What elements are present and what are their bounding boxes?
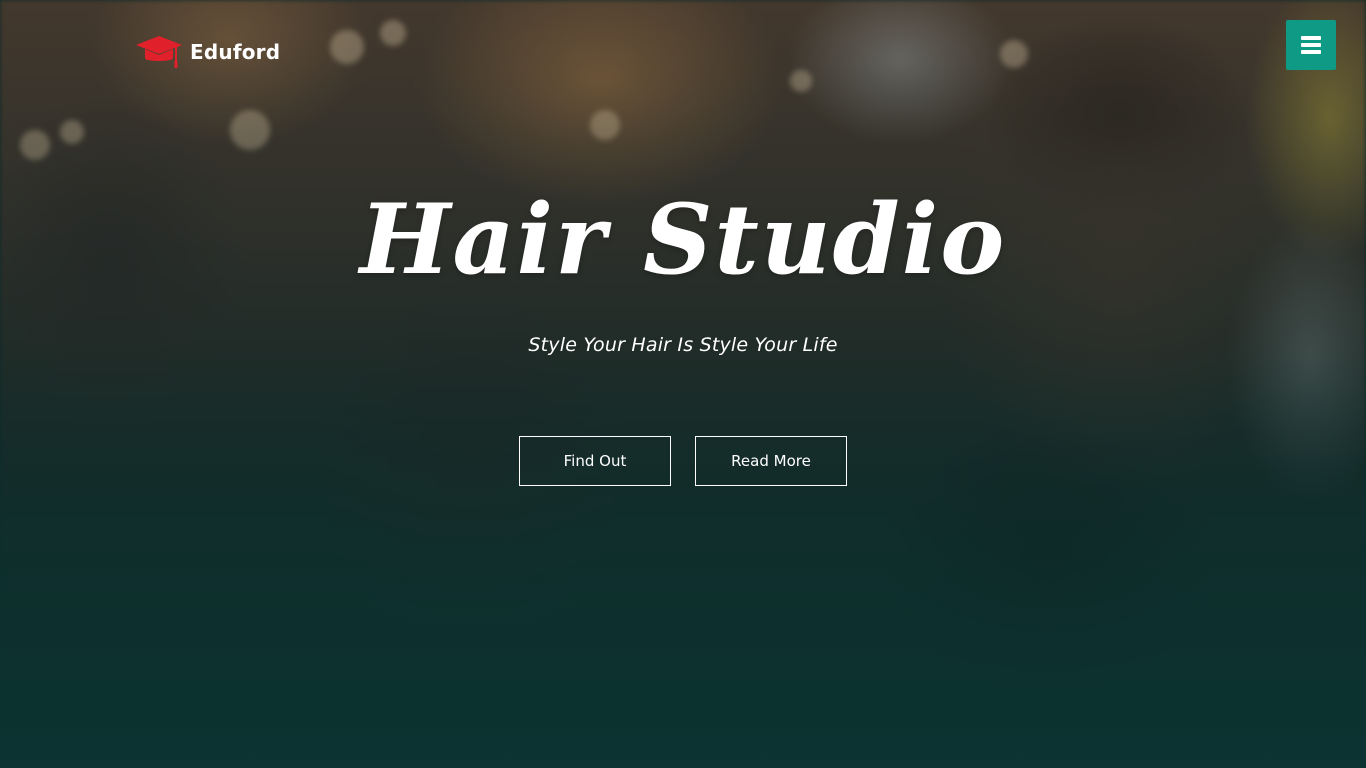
brand-name: Eduford	[190, 40, 281, 64]
hero-subtitle: Style Your Hair Is Style Your Life	[528, 334, 838, 356]
hero-title: Hair Studio	[359, 183, 1007, 296]
hero-section: Eduford Hair Studio Style Your Hair Is S…	[0, 0, 1366, 768]
hamburger-menu-icon	[1301, 36, 1321, 54]
menu-bar	[1301, 36, 1321, 40]
read-more-button[interactable]: Read More	[695, 436, 847, 486]
find-out-button[interactable]: Find Out	[519, 436, 671, 486]
hamburger-menu-button[interactable]	[1286, 20, 1336, 70]
graduation-cap-icon	[136, 36, 182, 68]
menu-bar	[1301, 50, 1321, 54]
top-navbar: Eduford	[0, 0, 1366, 90]
menu-bar	[1301, 43, 1321, 47]
brand-logo[interactable]: Eduford	[136, 32, 280, 72]
hero-overlay	[0, 0, 1366, 768]
hero-button-group: Find Out Read More	[0, 436, 1366, 486]
hero-content: Hair Studio Style Your Hair Is Style You…	[0, 180, 1366, 356]
